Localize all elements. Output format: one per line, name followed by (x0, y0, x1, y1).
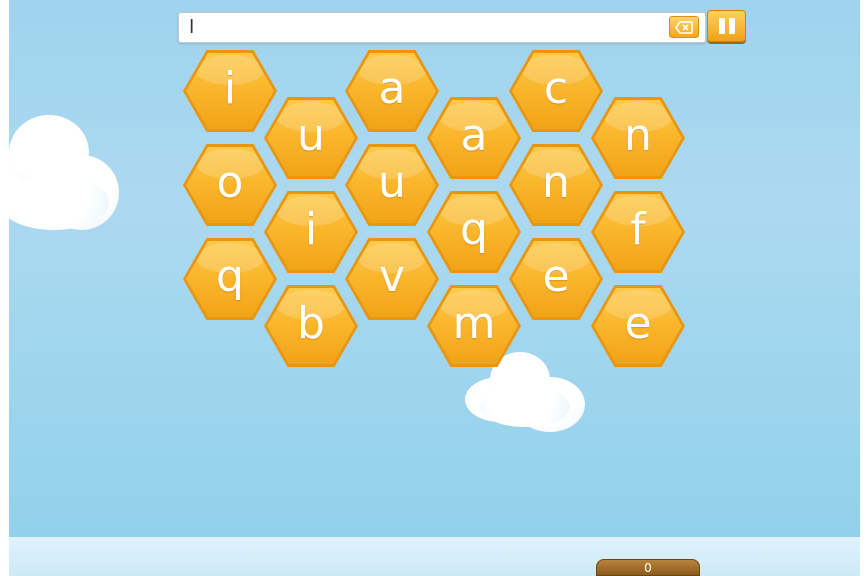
letter-tile[interactable]: n (509, 144, 603, 226)
tile-letter: i (304, 204, 318, 255)
letter-tile[interactable]: a (427, 97, 521, 179)
letter-tile[interactable]: f (591, 191, 685, 273)
letter-tile[interactable]: q (183, 238, 277, 320)
tile-letter: n (542, 157, 570, 208)
tile-letter: o (216, 157, 244, 208)
letter-tile[interactable]: n (591, 97, 685, 179)
pause-button[interactable] (707, 10, 746, 42)
letter-tile[interactable]: c (509, 50, 603, 132)
letter-tile[interactable]: q (427, 191, 521, 273)
score-counter: 0 (596, 559, 700, 576)
tile-letter: f (630, 204, 646, 255)
tile-letter: u (297, 110, 325, 161)
pause-icon (729, 18, 735, 34)
tile-letter: c (543, 63, 569, 114)
pause-icon (719, 18, 725, 34)
backspace-button[interactable] (669, 16, 699, 38)
tile-letter: b (297, 298, 325, 349)
tile-letter: a (460, 110, 488, 161)
tile-letter: a (378, 63, 406, 114)
letter-tile[interactable]: u (345, 144, 439, 226)
cloud-left (9, 115, 139, 235)
letter-tile[interactable]: b (264, 285, 358, 367)
word-input[interactable]: l (178, 12, 706, 43)
letter-tile[interactable]: i (264, 191, 358, 273)
tile-letter: q (216, 251, 244, 302)
letter-tile[interactable]: o (183, 144, 277, 226)
tile-letter: q (460, 204, 488, 255)
tile-letter: n (624, 110, 652, 161)
letter-tile[interactable]: i (183, 50, 277, 132)
tile-letter: v (378, 251, 406, 302)
tile-letter: e (542, 251, 570, 302)
letter-tile[interactable]: v (345, 238, 439, 320)
tile-letter: e (624, 298, 652, 349)
letter-tile[interactable]: a (345, 50, 439, 132)
typed-word: l (189, 16, 195, 38)
game-stage: l i o q u i b a u v a q m c n e n f e 0 (9, 0, 860, 576)
letter-tile[interactable]: u (264, 97, 358, 179)
tile-letter: i (223, 63, 237, 114)
letter-tile[interactable]: e (591, 285, 685, 367)
backspace-icon (675, 21, 693, 34)
ground-strip (9, 537, 860, 576)
tile-letter: u (378, 157, 406, 208)
letter-tile[interactable]: e (509, 238, 603, 320)
score-value: 0 (644, 561, 652, 575)
